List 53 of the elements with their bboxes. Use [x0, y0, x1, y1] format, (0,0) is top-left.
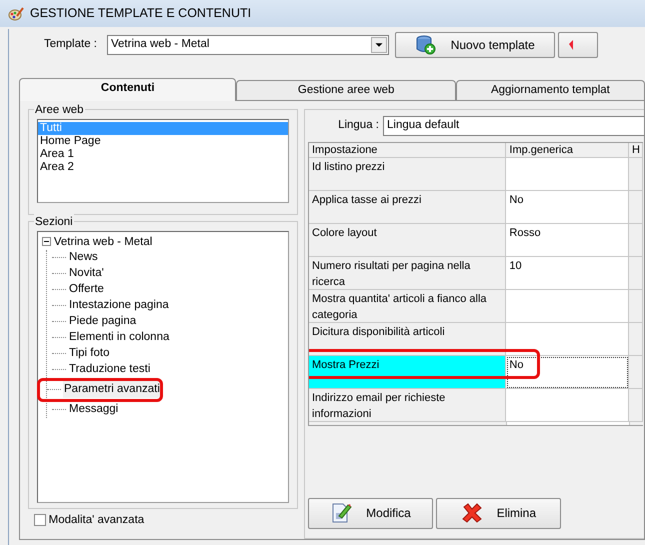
checkbox-label: Modalita' avanzata [48, 512, 144, 528]
grid-cell[interactable] [506, 322, 630, 356]
tree-item[interactable]: Elementi in colonna [68, 329, 170, 346]
tree-item[interactable]: Offerte [68, 281, 105, 298]
list-item[interactable]: Area 2 [38, 161, 288, 174]
lingua-dropdown[interactable]: Lingua default [383, 116, 644, 136]
collapse-icon[interactable] [42, 237, 51, 246]
tab[interactable]: Contenuti [19, 78, 236, 101]
tree-item[interactable]: News [68, 249, 99, 266]
column-header: H [629, 142, 643, 158]
grid-cell[interactable]: No [506, 356, 630, 389]
tree-item[interactable]: Traduzione testi [68, 361, 152, 378]
tree-item[interactable]: Parametri avanzati [63, 381, 161, 398]
database-add-icon [414, 34, 437, 56]
template-dropdown[interactable]: Vetrina web - Metal [107, 35, 389, 55]
partial-icon [568, 40, 573, 50]
lingua-label: Lingua : [337, 118, 380, 134]
grid-cell [629, 224, 643, 257]
tab[interactable]: Gestione aree web [236, 80, 456, 100]
tree-item[interactable]: Tipi foto [68, 345, 110, 362]
tree-item[interactable]: Vetrina web - Metal [54, 234, 152, 250]
toolbar-button[interactable] [558, 32, 598, 58]
column-header: Imp.generica [506, 142, 630, 158]
nuovo-template-button[interactable]: Nuovo template [394, 32, 555, 58]
column-header: Impostazione [309, 142, 506, 158]
edit-button[interactable]: Modifica [308, 498, 433, 529]
grid-cell [629, 158, 643, 191]
grid-cell[interactable]: 10 [506, 256, 630, 290]
grid-cell [629, 322, 643, 356]
grid-cell [629, 290, 643, 323]
tab[interactable]: Aggiornamento templat [456, 80, 645, 100]
delete-icon [460, 502, 483, 524]
checkbox[interactable] [34, 514, 46, 526]
grid-cell [629, 190, 643, 224]
document-pencil-icon [330, 502, 352, 524]
template-label: Template : [42, 37, 98, 52]
grid-cell[interactable] [506, 158, 630, 191]
tree-item[interactable]: Novita' [68, 265, 105, 282]
list-item[interactable]: Area 1 [38, 148, 288, 161]
window-title: GESTIONE TEMPLATE E CONTENUTI [30, 5, 252, 22]
delete-button[interactable]: Elimina [436, 498, 561, 529]
grid-cell[interactable]: No [506, 190, 630, 224]
grid-cell [629, 356, 643, 389]
grid-cell [629, 256, 643, 290]
aree-web-list[interactable]: Tutti Home Page Area 1 Area 2 [37, 119, 289, 203]
tree-item[interactable]: Piede pagina [68, 313, 138, 330]
grid-cell[interactable]: Rosso [506, 224, 630, 257]
tree-item[interactable]: Messaggi [68, 401, 120, 418]
grid-cell[interactable] [506, 290, 630, 323]
list-item[interactable]: Home Page [38, 135, 288, 148]
grid-cell[interactable] [506, 388, 630, 422]
palette-icon [8, 6, 24, 22]
tree-item[interactable]: Intestazione pagina [68, 297, 170, 314]
